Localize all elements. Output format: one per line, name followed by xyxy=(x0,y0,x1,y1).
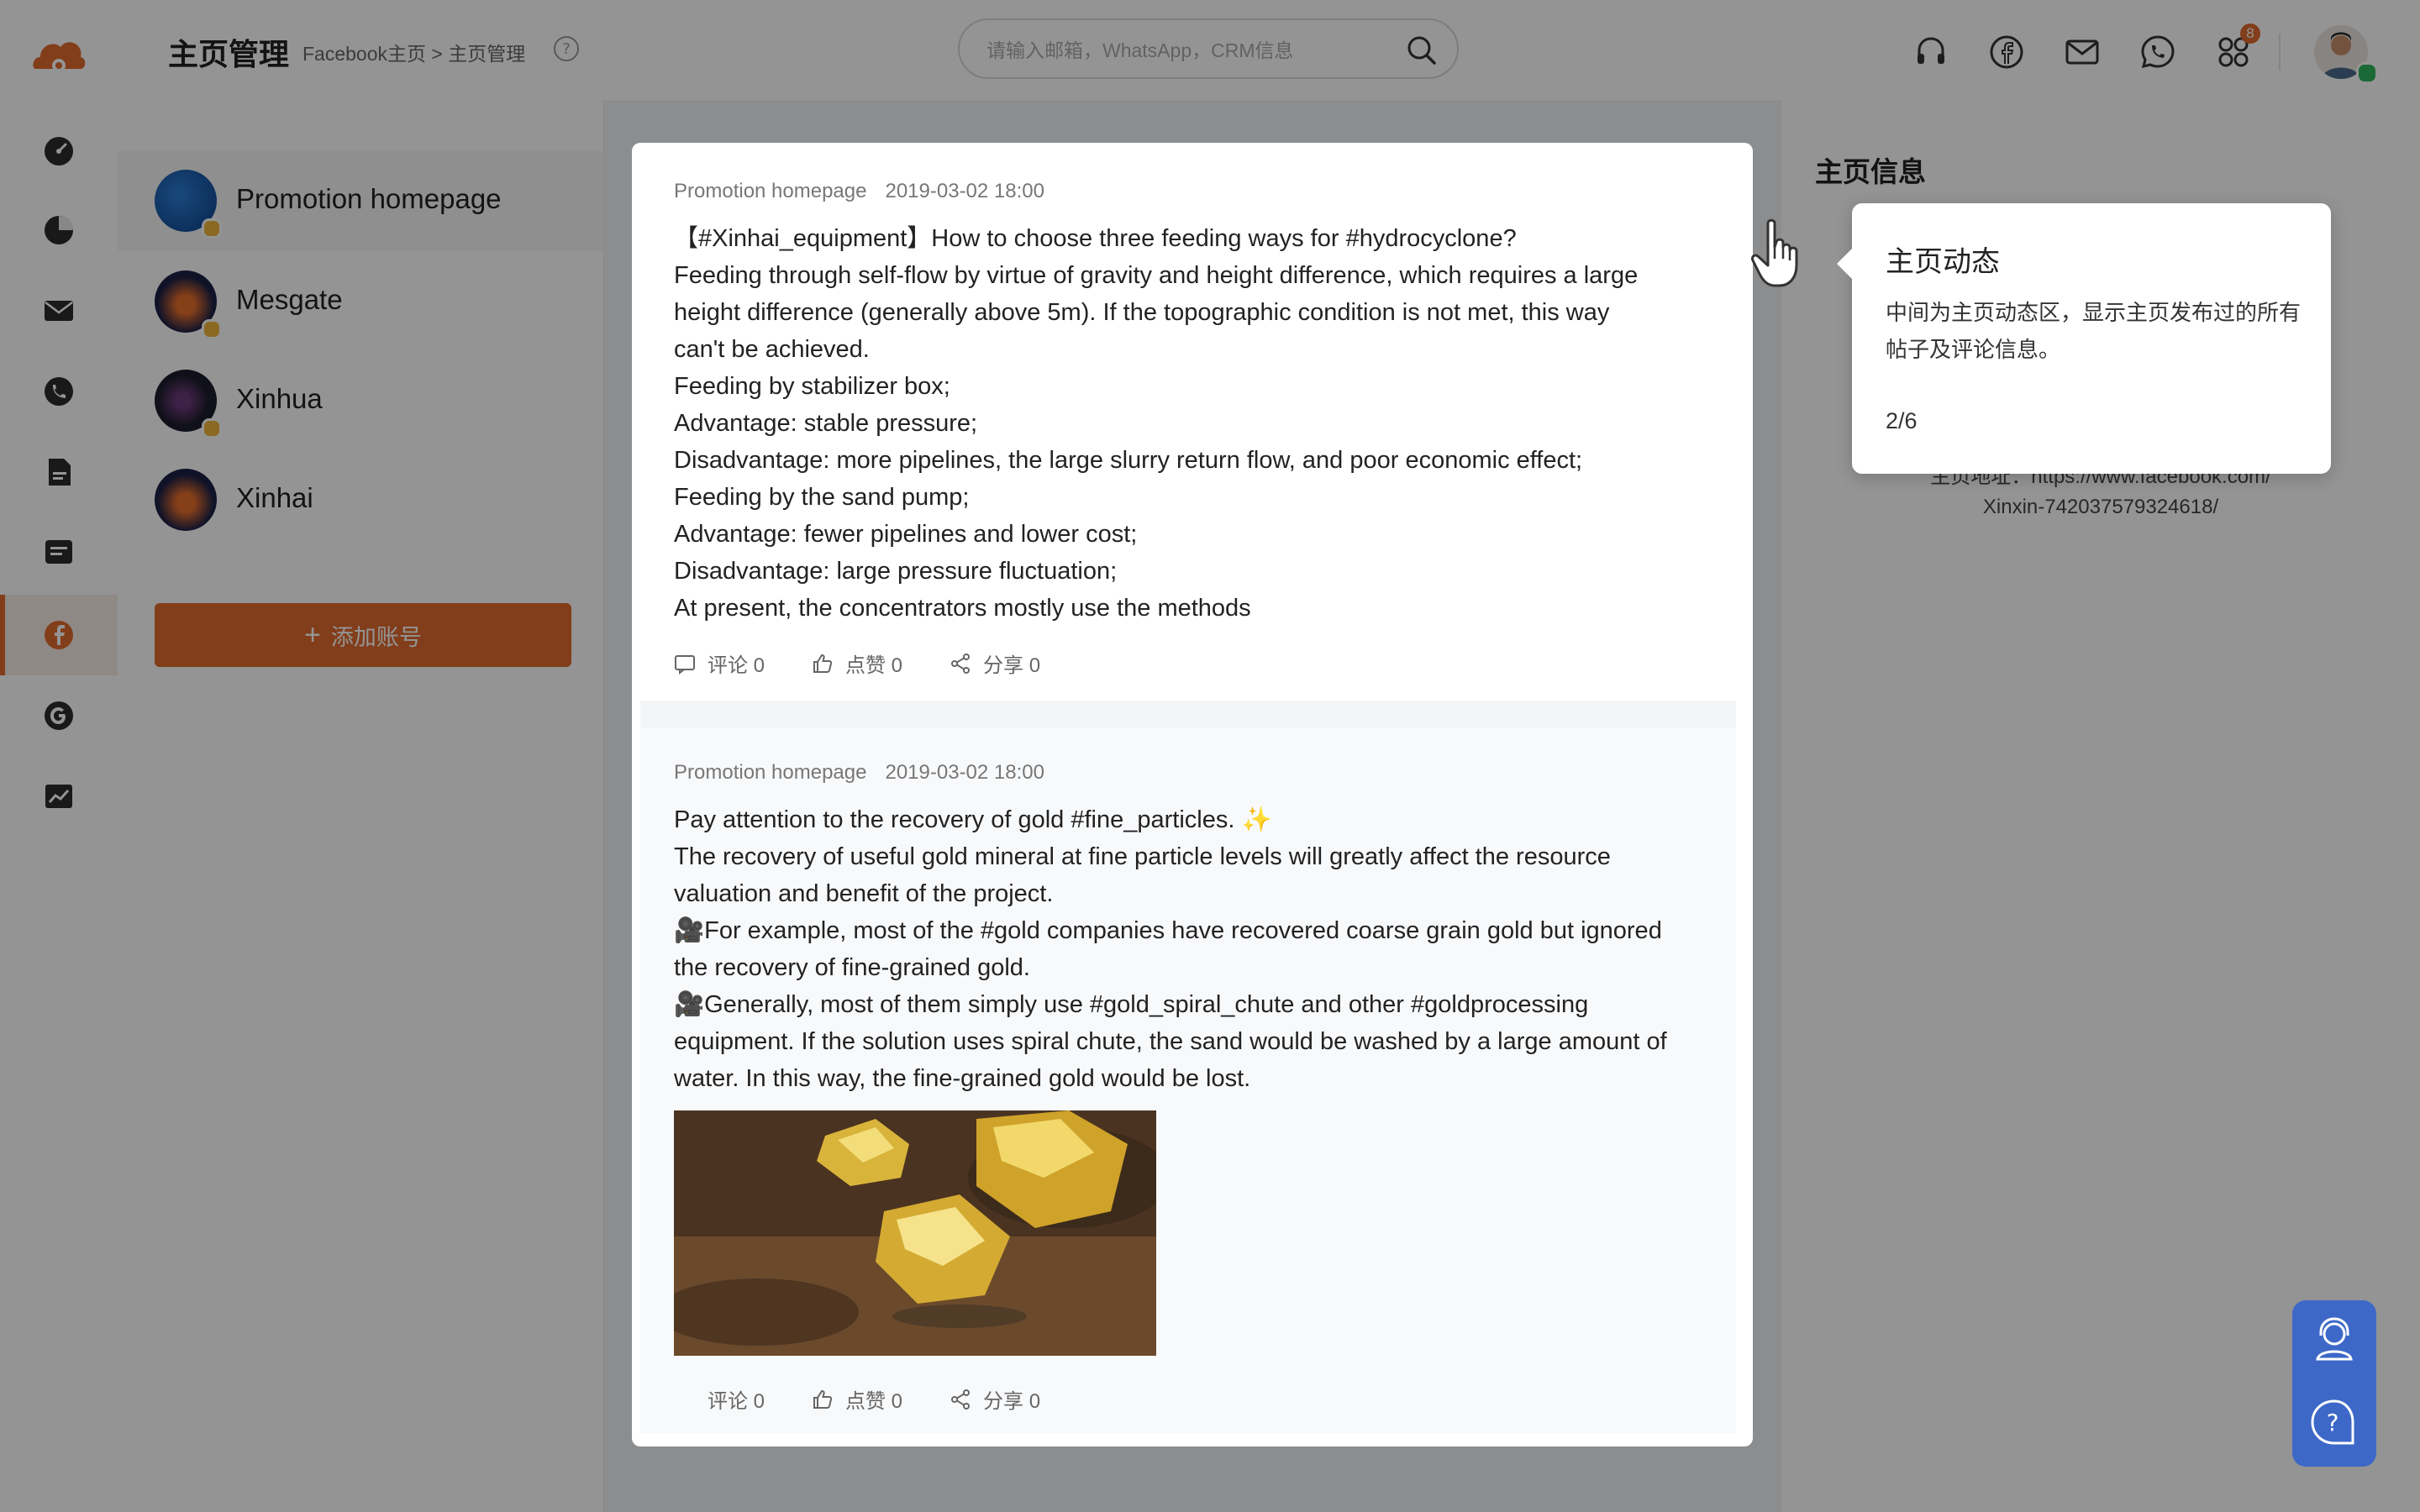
post-actions: 评论 0 点赞 0 分享 0 xyxy=(674,1384,1087,1414)
post-line: Feeding by stabilizer box; xyxy=(674,373,950,400)
share-icon xyxy=(951,1389,971,1410)
post-line: Disadvantage: more pipelines, the large … xyxy=(674,447,1583,474)
feed-panel: Promotion homepage 2019-03-02 18:00 【#Xin… xyxy=(632,143,1753,1446)
post-image[interactable] xyxy=(674,1110,1156,1356)
share-button[interactable]: 分享 0 xyxy=(950,1384,1040,1414)
pointer-hand-icon xyxy=(1751,218,1798,287)
post-page-name: Promotion homepage xyxy=(674,180,867,202)
svg-text:?: ? xyxy=(2327,1409,2339,1436)
post-text: Pay attention to the recovery of gold #f… xyxy=(674,801,1691,1097)
tour-title: 主页动态 xyxy=(1886,246,2000,278)
post-line: Disadvantage: large pressure fluctuation… xyxy=(674,558,1118,585)
post-line: Pay attention to the recovery of gold #f… xyxy=(674,806,1272,833)
comment-icon xyxy=(675,654,695,675)
post-line: Feeding by the sand pump; xyxy=(674,484,970,511)
app: 主页管理 Facebook主页 > 主页管理 ? 8 Promotion hom… xyxy=(0,0,2420,1512)
post-date: 2019-03-02 18:00 xyxy=(885,180,1044,202)
post-line: equipment. If the solution uses spiral c… xyxy=(674,1028,1667,1055)
share-icon xyxy=(951,653,971,674)
comment-count: 评论 0 xyxy=(708,1390,765,1413)
post-line: the recovery of fine-grained gold. xyxy=(674,954,1030,981)
post-line: 🎥Generally, most of them simply use #gol… xyxy=(674,991,1589,1018)
post-line: At present, the concentrators mostly use… xyxy=(674,595,1251,622)
share-count: 分享 0 xyxy=(983,654,1041,677)
post-page-name: Promotion homepage xyxy=(674,761,867,784)
post-line: Feeding through self-flow by virtue of g… xyxy=(674,262,1639,289)
help-chat-icon[interactable]: ? xyxy=(2307,1396,2361,1450)
post-meta: Promotion homepage 2019-03-02 18:00 xyxy=(674,761,1044,785)
post-meta: Promotion homepage 2019-03-02 18:00 xyxy=(674,180,1044,203)
tour-body: 中间为主页动态区，显示主页发布过的所有帖子及评论信息。 xyxy=(1886,300,2302,362)
like-count: 点赞 0 xyxy=(845,1390,903,1413)
post-separator xyxy=(640,701,1736,727)
post-line: Advantage: stable pressure; xyxy=(674,410,978,437)
comment-count: 评论 0 xyxy=(708,654,765,677)
post-line: water. In this way, the fine-grained gol… xyxy=(674,1065,1251,1092)
like-button[interactable]: 点赞 0 xyxy=(812,648,902,678)
like-button[interactable]: 点赞 0 xyxy=(812,1384,902,1414)
post-line: can't be achieved. xyxy=(674,336,870,363)
comment-button[interactable]: 评论 0 xyxy=(674,648,765,678)
comment-button[interactable]: 评论 0 xyxy=(674,1384,765,1414)
post-line: Advantage: fewer pipelines and lower cos… xyxy=(674,521,1138,548)
post-line: 【#Xinhai_equipment】How to choose three f… xyxy=(674,225,1517,252)
thumbs-up-icon xyxy=(813,1389,833,1409)
share-count: 分享 0 xyxy=(983,1390,1041,1413)
post-actions: 评论 0 点赞 0 分享 0 xyxy=(674,648,1087,678)
post-date: 2019-03-02 18:00 xyxy=(885,761,1044,784)
share-button[interactable]: 分享 0 xyxy=(950,648,1040,678)
tour-step-counter: 2/6 xyxy=(1886,408,1918,433)
support-widget: ? xyxy=(2292,1300,2376,1467)
post-line: The recovery of useful gold mineral at f… xyxy=(674,843,1611,870)
thumbs-up-icon xyxy=(813,654,833,673)
like-count: 点赞 0 xyxy=(845,654,903,677)
post-line: height difference (generally above 5m). … xyxy=(674,299,1610,326)
customer-service-icon[interactable] xyxy=(2307,1312,2361,1366)
post-line: 🎥For example, most of the #gold companie… xyxy=(674,917,1662,944)
post-text: 【#Xinhai_equipment】How to choose three f… xyxy=(674,220,1691,627)
tour-tooltip: 主页动态 中间为主页动态区，显示主页发布过的所有帖子及评论信息。 2/6 xyxy=(1837,203,2331,474)
post-line: valuation and benefit of the project. xyxy=(674,880,1054,907)
